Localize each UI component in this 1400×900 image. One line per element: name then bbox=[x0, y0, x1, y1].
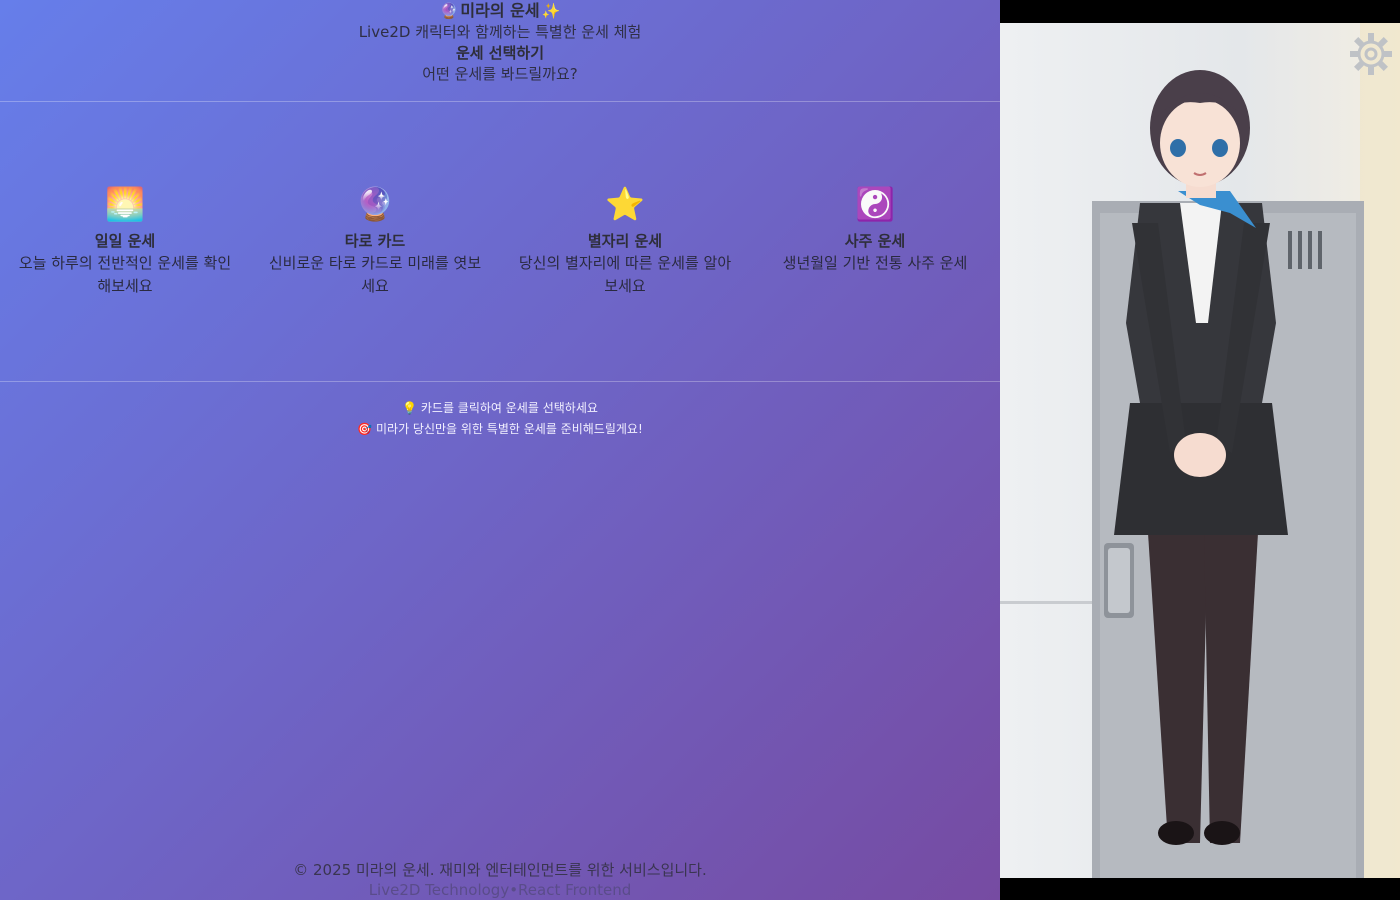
live2d-character bbox=[1000, 23, 1400, 878]
app-title: 🔮 미라의 운세 ✨ bbox=[0, 0, 1000, 22]
tech-credits: Live2D Technology•React Frontend bbox=[368, 881, 632, 899]
fortune-panel: 🔮 미라의 운세 ✨ Live2D 캐릭터와 함께하는 특별한 운세 체험 운세… bbox=[0, 0, 1000, 900]
hint-text: 카드를 클릭하여 운세를 선택하세요 bbox=[420, 401, 598, 415]
live2d-stage[interactable] bbox=[1000, 23, 1400, 878]
hint-line-1: 💡 카드를 클릭하여 운세를 선택하세요 bbox=[0, 398, 1000, 419]
app-title-text: 미라의 운세 bbox=[460, 1, 540, 20]
yin-yang-icon: ☯️ bbox=[855, 185, 895, 223]
live2d-panel bbox=[1000, 0, 1400, 900]
settings-gear-icon[interactable] bbox=[1348, 31, 1394, 77]
hint-area: 💡 카드를 클릭하여 운세를 선택하세요 🎯 미라가 당신만을 위한 특별한 운… bbox=[0, 398, 1000, 440]
fortune-card-saju[interactable]: ☯️ 사주 운세 생년월일 기반 전통 사주 운세 bbox=[750, 102, 1000, 381]
fortune-card-zodiac[interactable]: ⭐ 별자리 운세 당신의 별자리에 따른 운세를 알아보세요 bbox=[500, 102, 750, 381]
footer: © 2025 미라의 운세. 재미와 엔터테인먼트를 위한 서비스입니다. Li… bbox=[0, 860, 1000, 900]
card-description: 오늘 하루의 전반적인 운세를 확인해보세요 bbox=[18, 254, 232, 295]
fortune-card-tarot[interactable]: 🔮 타로 카드 신비로운 타로 카드로 미래를 엿보세요 bbox=[250, 102, 500, 381]
hint-line-2: 🎯 미라가 당신만을 위한 특별한 운세를 준비해드릴게요! bbox=[0, 419, 1000, 440]
target-icon: 🎯 bbox=[357, 422, 373, 436]
card-title: 별자리 운세 bbox=[587, 232, 663, 250]
gear-icon bbox=[1350, 33, 1392, 75]
app-subtitle: Live2D 캐릭터와 함께하는 특별한 운세 체험 bbox=[358, 23, 642, 41]
crystal-ball-icon: 🔮 bbox=[439, 2, 459, 20]
section-title: 운세 선택하기 bbox=[455, 44, 545, 62]
card-title: 일일 운세 bbox=[94, 232, 156, 250]
copyright-text: © 2025 미라의 운세. 재미와 엔터테인먼트를 위한 서비스입니다. bbox=[293, 861, 707, 879]
card-description: 당신의 별자리에 따른 운세를 알아보세요 bbox=[518, 254, 732, 295]
card-title: 사주 운세 bbox=[844, 232, 906, 250]
card-title: 타로 카드 bbox=[344, 232, 406, 250]
crystal-ball-icon: 🔮 bbox=[355, 185, 395, 223]
sparkles-icon: ✨ bbox=[541, 2, 561, 20]
card-description: 신비로운 타로 카드로 미래를 엿보세요 bbox=[268, 254, 482, 295]
lightbulb-icon: 💡 bbox=[402, 401, 418, 415]
section-subtitle: 어떤 운세를 봐드릴까요? bbox=[422, 65, 578, 83]
star-icon: ⭐ bbox=[605, 185, 645, 223]
fortune-card-daily[interactable]: 🌅 일일 운세 오늘 하루의 전반적인 운세를 확인해보세요 bbox=[0, 102, 250, 381]
hint-text: 미라가 당신만을 위한 특별한 운세를 준비해드릴게요! bbox=[376, 422, 643, 436]
fortune-card-list: 🌅 일일 운세 오늘 하루의 전반적인 운세를 확인해보세요 🔮 타로 카드 신… bbox=[0, 102, 1000, 382]
sunrise-icon: 🌅 bbox=[105, 185, 145, 223]
header: 🔮 미라의 운세 ✨ Live2D 캐릭터와 함께하는 특별한 운세 체험 운세… bbox=[0, 0, 1000, 102]
card-description: 생년월일 기반 전통 사주 운세 bbox=[782, 254, 968, 272]
